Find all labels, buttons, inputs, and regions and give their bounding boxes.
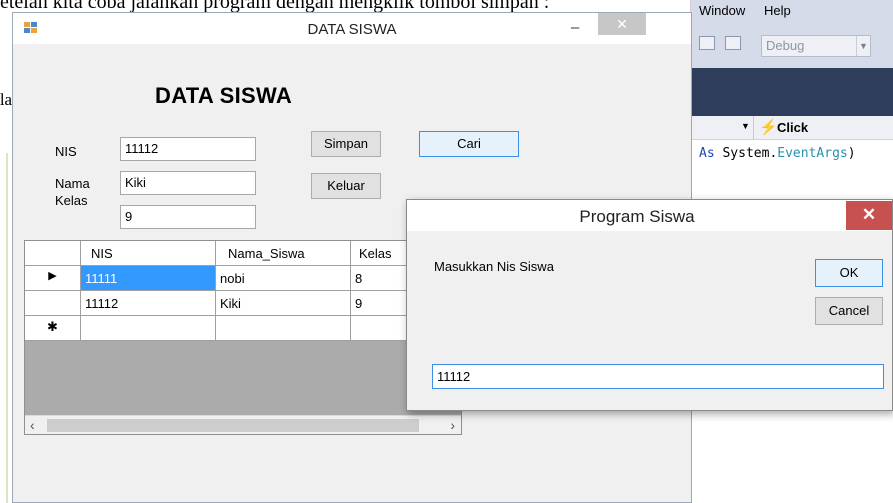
- column-header-nis[interactable]: NIS: [81, 241, 216, 266]
- form-heading: DATA SISWA: [155, 83, 293, 108]
- cari-button[interactable]: Cari: [419, 131, 519, 157]
- dialog-prompt: Masukkan Nis Siswa: [434, 259, 554, 274]
- program-siswa-dialog: Program Siswa ✕ Masukkan Nis Siswa OK Ca…: [406, 199, 893, 411]
- ide-tab-strip: [691, 68, 893, 116]
- close-button[interactable]: ✕: [598, 13, 646, 35]
- solution-config-select[interactable]: Debug ▼: [761, 35, 871, 57]
- minimize-button[interactable]: –: [558, 13, 592, 43]
- cell-nama[interactable]: Kiki: [216, 291, 351, 316]
- cell-nama[interactable]: nobi: [216, 266, 351, 291]
- new-row-icon[interactable]: ✱: [25, 316, 81, 341]
- ide-member-nav[interactable]: ▼ ⚡ Click: [691, 116, 893, 140]
- grid-header-row: NIS Nama_Siswa Kelas: [25, 241, 461, 266]
- nav-separator: [753, 116, 754, 140]
- menu-window[interactable]: Window: [699, 3, 745, 18]
- kelas-label: Kelas: [55, 193, 88, 208]
- scroll-left-icon[interactable]: ‹: [30, 417, 35, 433]
- nis-input[interactable]: 11112: [432, 364, 884, 389]
- chevron-down-icon[interactable]: ▼: [856, 36, 870, 56]
- indent-icon[interactable]: [699, 36, 715, 50]
- simpan-button[interactable]: Simpan: [311, 131, 381, 157]
- solution-config-value: Debug: [766, 38, 805, 53]
- siswa-datagrid[interactable]: NIS Nama_Siswa Kelas ▶ 11111 nobi 8 1111…: [24, 240, 462, 435]
- scroll-right-icon[interactable]: ›: [450, 417, 455, 433]
- nama-label: Nama: [55, 176, 90, 191]
- cell-nama[interactable]: [216, 316, 351, 341]
- keluar-button[interactable]: Keluar: [311, 173, 381, 199]
- cell-nis[interactable]: 11112: [81, 291, 216, 316]
- dialog-titlebar[interactable]: Program Siswa ✕: [407, 200, 892, 231]
- cancel-button[interactable]: Cancel: [815, 297, 883, 325]
- chevron-down-icon[interactable]: ▼: [741, 121, 750, 131]
- dialog-title: Program Siswa: [579, 207, 695, 226]
- scroll-thumb[interactable]: [47, 419, 419, 432]
- outdent-icon[interactable]: [725, 36, 741, 50]
- column-header-nama[interactable]: Nama_Siswa: [216, 241, 351, 266]
- event-name: Click: [777, 120, 809, 135]
- table-row[interactable]: ▶ 11111 nobi 8: [25, 266, 461, 291]
- code-line: As System.EventArgs): [699, 146, 856, 161]
- nama-field[interactable]: Kiki: [120, 171, 256, 195]
- cell-nis[interactable]: [81, 316, 216, 341]
- new-row[interactable]: ✱: [25, 316, 461, 341]
- ide-toolbar: Debug ▼: [691, 24, 893, 68]
- event-icon: ⚡: [759, 119, 778, 136]
- window-titlebar[interactable]: DATA SISWA – ☐ ✕: [13, 13, 691, 44]
- cell-nis[interactable]: 11111: [81, 266, 216, 291]
- table-row[interactable]: 11112 Kiki 9: [25, 291, 461, 316]
- row-header[interactable]: [25, 291, 81, 316]
- current-row-icon: ▶: [48, 270, 57, 282]
- ide-menubar: Window Help: [691, 0, 893, 24]
- grid-corner[interactable]: [25, 241, 81, 266]
- kelas-field[interactable]: 9: [120, 205, 256, 229]
- nis-label: NIS: [55, 144, 77, 159]
- document-margin-bar: [6, 153, 8, 503]
- nis-field[interactable]: 11112: [120, 137, 256, 161]
- dialog-close-button[interactable]: ✕: [846, 201, 892, 230]
- menu-help[interactable]: Help: [764, 3, 791, 18]
- horizontal-scrollbar[interactable]: ‹ ›: [25, 415, 461, 434]
- row-header-current[interactable]: ▶: [25, 266, 81, 291]
- ok-button[interactable]: OK: [815, 259, 883, 287]
- document-margin: etelah: [0, 13, 21, 503]
